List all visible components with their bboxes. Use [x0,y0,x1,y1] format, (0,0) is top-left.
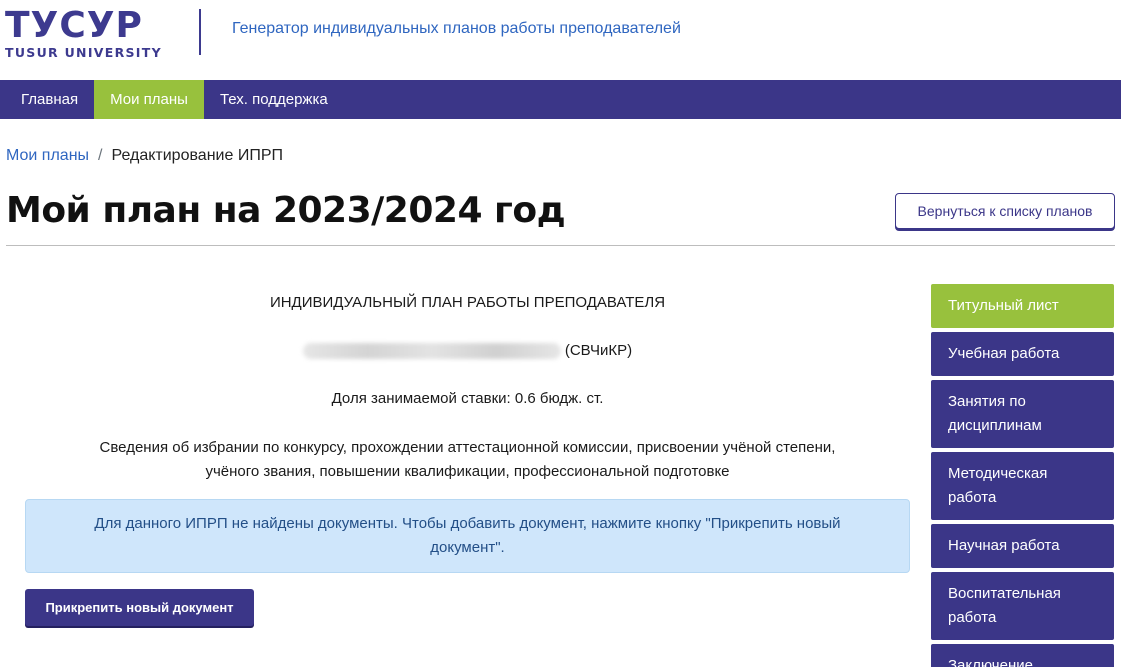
rate-text: Доля занимаемой ставки: 0.6 бюдж. ст. [331,390,604,407]
tusur-logo[interactable]: ТУСУР TUSUR UNIVERSITY [5,6,175,60]
sidebar-item-title-page[interactable]: Титульный лист [931,284,1114,328]
logo-sub-text: TUSUR UNIVERSITY [5,45,162,60]
breadcrumb: Мои планы / Редактирование ИПРП [6,147,283,165]
breadcrumb-separator: / [98,147,103,164]
site-title[interactable]: Генератор индивидуальных планов работы п… [232,20,681,38]
nav-item-my-plans[interactable]: Мои планы [94,80,204,119]
logo-divider [199,9,201,55]
teacher-department: (СВЧиКР) [564,342,633,359]
back-to-plans-button[interactable]: Вернуться к списку планов [895,193,1115,229]
qualification-info: Сведения об избрании по конкурсу, прохож… [25,436,910,484]
sidebar-item-research-work[interactable]: Научная работа [931,524,1114,568]
nav-item-support[interactable]: Тех. поддержка [204,80,344,119]
attach-document-button[interactable]: Прикрепить новый документ [25,589,254,626]
sidebar-item-discipline-classes[interactable]: Занятия по дисциплинам [931,380,1114,448]
teacher-line: (СВЧиКР) [25,342,910,360]
no-documents-alert: Для данного ИПРП не найдены документы. Ч… [25,499,910,573]
nav-item-home[interactable]: Главная [0,80,94,119]
breadcrumb-current: Редактирование ИПРП [111,147,283,164]
logo-main-text: ТУСУР [5,5,143,46]
main-navbar: Главная Мои планы Тех. поддержка [0,80,1121,119]
sidebar-item-conclusion[interactable]: Заключение [931,644,1114,667]
plan-heading: ИНДИВИДУАЛЬНЫЙ ПЛАН РАБОТЫ ПРЕПОДАВАТЕЛЯ [269,294,666,311]
breadcrumb-link-my-plans[interactable]: Мои планы [6,147,89,165]
page-title: Мой план на 2023/2024 год [6,190,566,231]
teacher-name-redacted [302,343,561,360]
sidebar-item-teaching-work[interactable]: Учебная работа [931,332,1114,376]
title-divider [6,245,1115,246]
sidebar-item-educational-work[interactable]: Воспитательная работа [931,572,1114,640]
top-header: ТУСУР TUSUR UNIVERSITY Генератор индивид… [0,0,1121,80]
sidebar-item-methodical-work[interactable]: Методическая работа [931,452,1114,520]
plan-sections-sidebar: Титульный лист Учебная работа Занятия по… [931,284,1114,667]
qualification-info-line2: учёного звания, повышении квалификации, … [205,463,730,480]
qualification-info-line1: Сведения об избрании по конкурсу, прохож… [99,439,836,456]
